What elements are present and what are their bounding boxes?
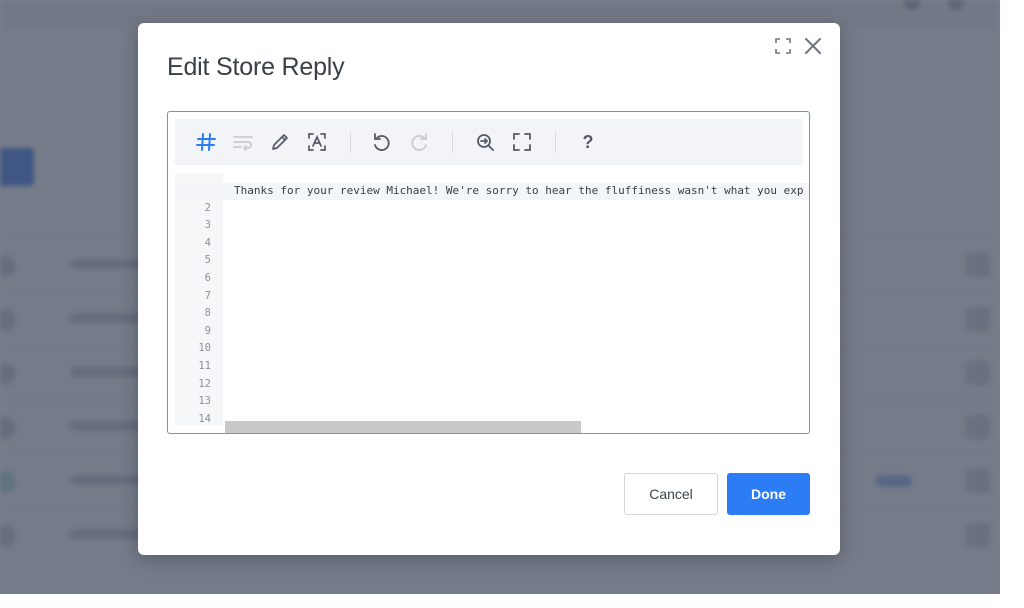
wrap-lines-icon[interactable] bbox=[232, 131, 254, 153]
line-number: 11 bbox=[198, 360, 211, 372]
line-number: 5 bbox=[204, 254, 211, 267]
hash-icon[interactable] bbox=[195, 131, 217, 153]
window-edge bbox=[1000, 0, 1024, 608]
search-replace-icon[interactable] bbox=[474, 131, 496, 153]
line-number: 7 bbox=[204, 289, 211, 302]
code-editor[interactable]: ? 1234567891011121314 Thanks for your re… bbox=[167, 111, 810, 434]
line-number: 9 bbox=[204, 324, 211, 337]
toolbar-separator bbox=[555, 131, 556, 153]
pencil-icon[interactable] bbox=[269, 131, 291, 153]
line-number: 13 bbox=[198, 395, 211, 408]
toolbar-separator bbox=[452, 131, 453, 153]
edit-store-reply-dialog: Edit Store Reply ? 2 3 4 5 6 7 8 9 10 11… bbox=[138, 23, 840, 555]
question-icon[interactable]: ? bbox=[577, 131, 599, 153]
undo-icon[interactable] bbox=[371, 131, 393, 153]
line-number: 2 bbox=[204, 201, 211, 214]
select-text-icon[interactable] bbox=[306, 131, 328, 153]
done-button[interactable]: Done bbox=[727, 473, 810, 515]
redo-icon[interactable] bbox=[408, 131, 430, 153]
line-number: 12 bbox=[198, 377, 211, 390]
line-number: 8 bbox=[204, 307, 211, 320]
line-number: 6 bbox=[204, 272, 211, 284]
line-number: 10 bbox=[198, 342, 211, 355]
line-number: 4 bbox=[204, 236, 211, 249]
dialog-title: Edit Store Reply bbox=[167, 53, 345, 81]
line-number: 3 bbox=[204, 219, 211, 232]
toolbar-separator bbox=[350, 131, 351, 153]
horizontal-scrollbar[interactable] bbox=[225, 421, 581, 433]
editor-toolbar: ? bbox=[175, 119, 803, 165]
close-icon[interactable] bbox=[802, 35, 824, 57]
code-line-1[interactable]: Thanks for your review Michael! We're so… bbox=[234, 184, 808, 197]
line-number-gutter: 1234567891011121314 bbox=[175, 173, 223, 425]
fullscreen-icon[interactable] bbox=[511, 131, 533, 153]
expand-icon[interactable] bbox=[774, 37, 792, 55]
cancel-button[interactable]: Cancel bbox=[624, 473, 718, 515]
window-edge bbox=[0, 594, 1024, 608]
line-number: 14 bbox=[198, 412, 211, 425]
